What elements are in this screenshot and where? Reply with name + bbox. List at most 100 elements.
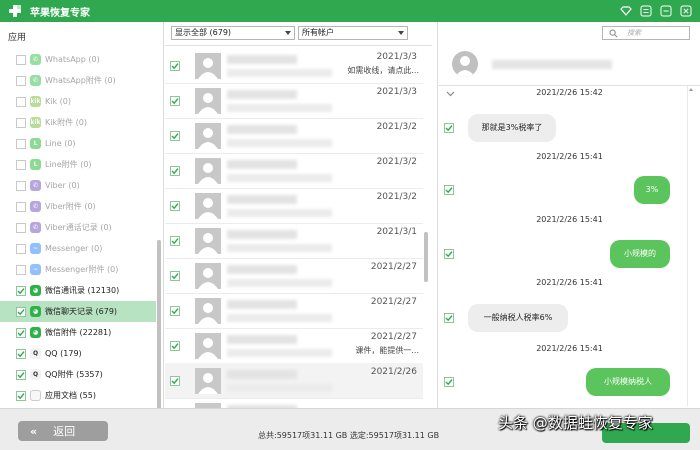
sidebar-item[interactable]: Q QQ附件 (5357) <box>0 364 156 385</box>
sidebar-item[interactable]: ◕ 微信附件 (22281) <box>0 322 156 343</box>
wechat-icon: ◕ <box>30 285 41 296</box>
row-checkbox[interactable] <box>170 131 180 141</box>
person-icon <box>198 268 218 289</box>
checkbox[interactable] <box>16 285 26 296</box>
sidebar-item[interactable]: kik Kik (0) <box>0 91 156 112</box>
message-checkbox[interactable] <box>444 185 454 195</box>
sidebar-item[interactable]: ✆ WhatsApp (0) <box>0 49 156 70</box>
checkbox[interactable] <box>170 131 180 141</box>
checkbox[interactable] <box>16 327 26 338</box>
message-checkbox[interactable] <box>444 313 454 323</box>
sidebar-item[interactable]: ✆ Viber (0) <box>0 175 156 196</box>
account-filter-select[interactable]: 所有帐户 <box>298 26 408 40</box>
checkbox[interactable] <box>170 166 180 176</box>
sidebar-item[interactable]: ~ Messenger附件 (0) <box>0 259 156 280</box>
watermark: 头条 @数据蛙恢复专家 <box>498 414 653 432</box>
sidebar-item[interactable]: ◕ 微信通讯录 (12130) <box>0 280 156 301</box>
checkbox[interactable] <box>16 54 26 65</box>
list-item[interactable]: 2021/3/2 <box>165 188 423 224</box>
back-button[interactable]: « 返回 <box>18 421 108 441</box>
message-checkbox[interactable] <box>444 249 454 259</box>
sidebar-item[interactable]: kik Kik附件 (0) <box>0 112 156 133</box>
checkbox[interactable] <box>16 369 26 380</box>
checkbox[interactable] <box>170 236 180 246</box>
checkbox[interactable] <box>16 117 26 128</box>
row-checkbox[interactable] <box>170 61 180 71</box>
checkbox[interactable] <box>170 61 180 71</box>
diamond-icon[interactable] <box>618 3 634 19</box>
sidebar-item[interactable]: ~ Messenger (0) <box>0 238 156 259</box>
checkbox[interactable] <box>170 306 180 316</box>
list-item[interactable]: 2021/3/2 <box>165 153 423 189</box>
checkbox[interactable] <box>170 96 180 106</box>
search-input[interactable]: 搜索 <box>602 26 690 40</box>
checkbox[interactable] <box>170 341 180 351</box>
checkbox[interactable] <box>16 264 26 275</box>
contact-name-redacted <box>227 230 297 239</box>
checkbox[interactable] <box>16 222 26 233</box>
list-scrollbar[interactable] <box>424 232 428 282</box>
sidebar-item-label: 微信附件 (22281) <box>45 328 112 337</box>
display-filter-select[interactable]: 显示全部 (679) <box>171 26 295 40</box>
checkbox[interactable] <box>16 243 26 254</box>
checkbox[interactable] <box>16 138 26 149</box>
checkbox[interactable] <box>444 377 454 387</box>
list-item[interactable]: 2021/2/26 <box>165 363 423 399</box>
row-checkbox[interactable] <box>170 306 180 316</box>
sidebar-item[interactable]: L Line附件 (0) <box>0 154 156 175</box>
person-icon <box>198 198 218 219</box>
checkbox[interactable] <box>16 201 26 212</box>
list-item[interactable]: 2021/3/2 <box>165 118 423 154</box>
message-timestamp: 2021/2/26 15:41 <box>536 152 603 161</box>
checkbox[interactable] <box>16 348 26 359</box>
checkbox[interactable] <box>16 159 26 170</box>
list-item[interactable]: 2021/2/27 课件，能提供一... <box>165 328 423 364</box>
sidebar-item[interactable]: ◕ 微信聊天记录 (679) <box>0 301 156 322</box>
message-checkbox[interactable] <box>444 123 454 133</box>
sidebar-item[interactable]: L Line (0) <box>0 133 156 154</box>
row-checkbox[interactable] <box>170 376 180 386</box>
checkbox[interactable] <box>16 96 26 107</box>
message-checkbox[interactable] <box>444 377 454 387</box>
sidebar-item[interactable]: Q QQ (179) <box>0 343 156 364</box>
list-item[interactable]: 2021/3/3 如需收线，请点此... <box>165 48 423 84</box>
row-checkbox[interactable] <box>170 96 180 106</box>
checkbox[interactable] <box>444 313 454 323</box>
checkbox[interactable] <box>16 390 26 401</box>
contact-name-redacted <box>227 265 297 274</box>
avatar <box>195 368 221 394</box>
list-item[interactable]: 2021/3/1 <box>165 223 423 259</box>
list-item[interactable]: 2021/2/27 <box>165 293 423 329</box>
checkbox[interactable] <box>170 271 180 281</box>
row-checkbox[interactable] <box>170 201 180 211</box>
checkbox[interactable] <box>16 306 26 317</box>
minimize-icon[interactable] <box>658 3 674 19</box>
checkbox[interactable] <box>16 180 26 191</box>
title-bar: 苹果恢复专家 <box>0 0 700 22</box>
checkbox[interactable] <box>444 185 454 195</box>
checkbox[interactable] <box>16 75 26 86</box>
scroll-up-icon[interactable] <box>689 88 693 91</box>
sidebar-item[interactable]: ✆ WhatsApp附件 (0) <box>0 70 156 91</box>
checkbox[interactable] <box>170 376 180 386</box>
row-checkbox[interactable] <box>170 236 180 246</box>
list-item[interactable]: 2021/2/27 <box>165 258 423 294</box>
row-checkbox[interactable] <box>170 166 180 176</box>
message-preview-redacted <box>227 279 332 287</box>
menu-icon[interactable] <box>638 3 654 19</box>
chat-scrollbar[interactable] <box>687 86 693 406</box>
person-icon <box>198 373 218 394</box>
sidebar-scrollbar[interactable] <box>157 240 161 412</box>
checkbox[interactable] <box>444 249 454 259</box>
close-icon[interactable] <box>678 3 694 19</box>
sidebar-item[interactable]: 应用文档 (55) <box>0 385 156 406</box>
row-checkbox[interactable] <box>170 271 180 281</box>
list-item[interactable]: 2021/3/3 <box>165 83 423 119</box>
line-icon: L <box>30 159 41 170</box>
checkbox[interactable] <box>170 201 180 211</box>
checkbox[interactable] <box>444 123 454 133</box>
sidebar-item[interactable]: ✆ Viber附件 (0) <box>0 196 156 217</box>
sidebar-item[interactable]: ✆ Viber通话记录 (0) <box>0 217 156 238</box>
row-checkbox[interactable] <box>170 341 180 351</box>
contact-name-redacted <box>227 335 297 344</box>
